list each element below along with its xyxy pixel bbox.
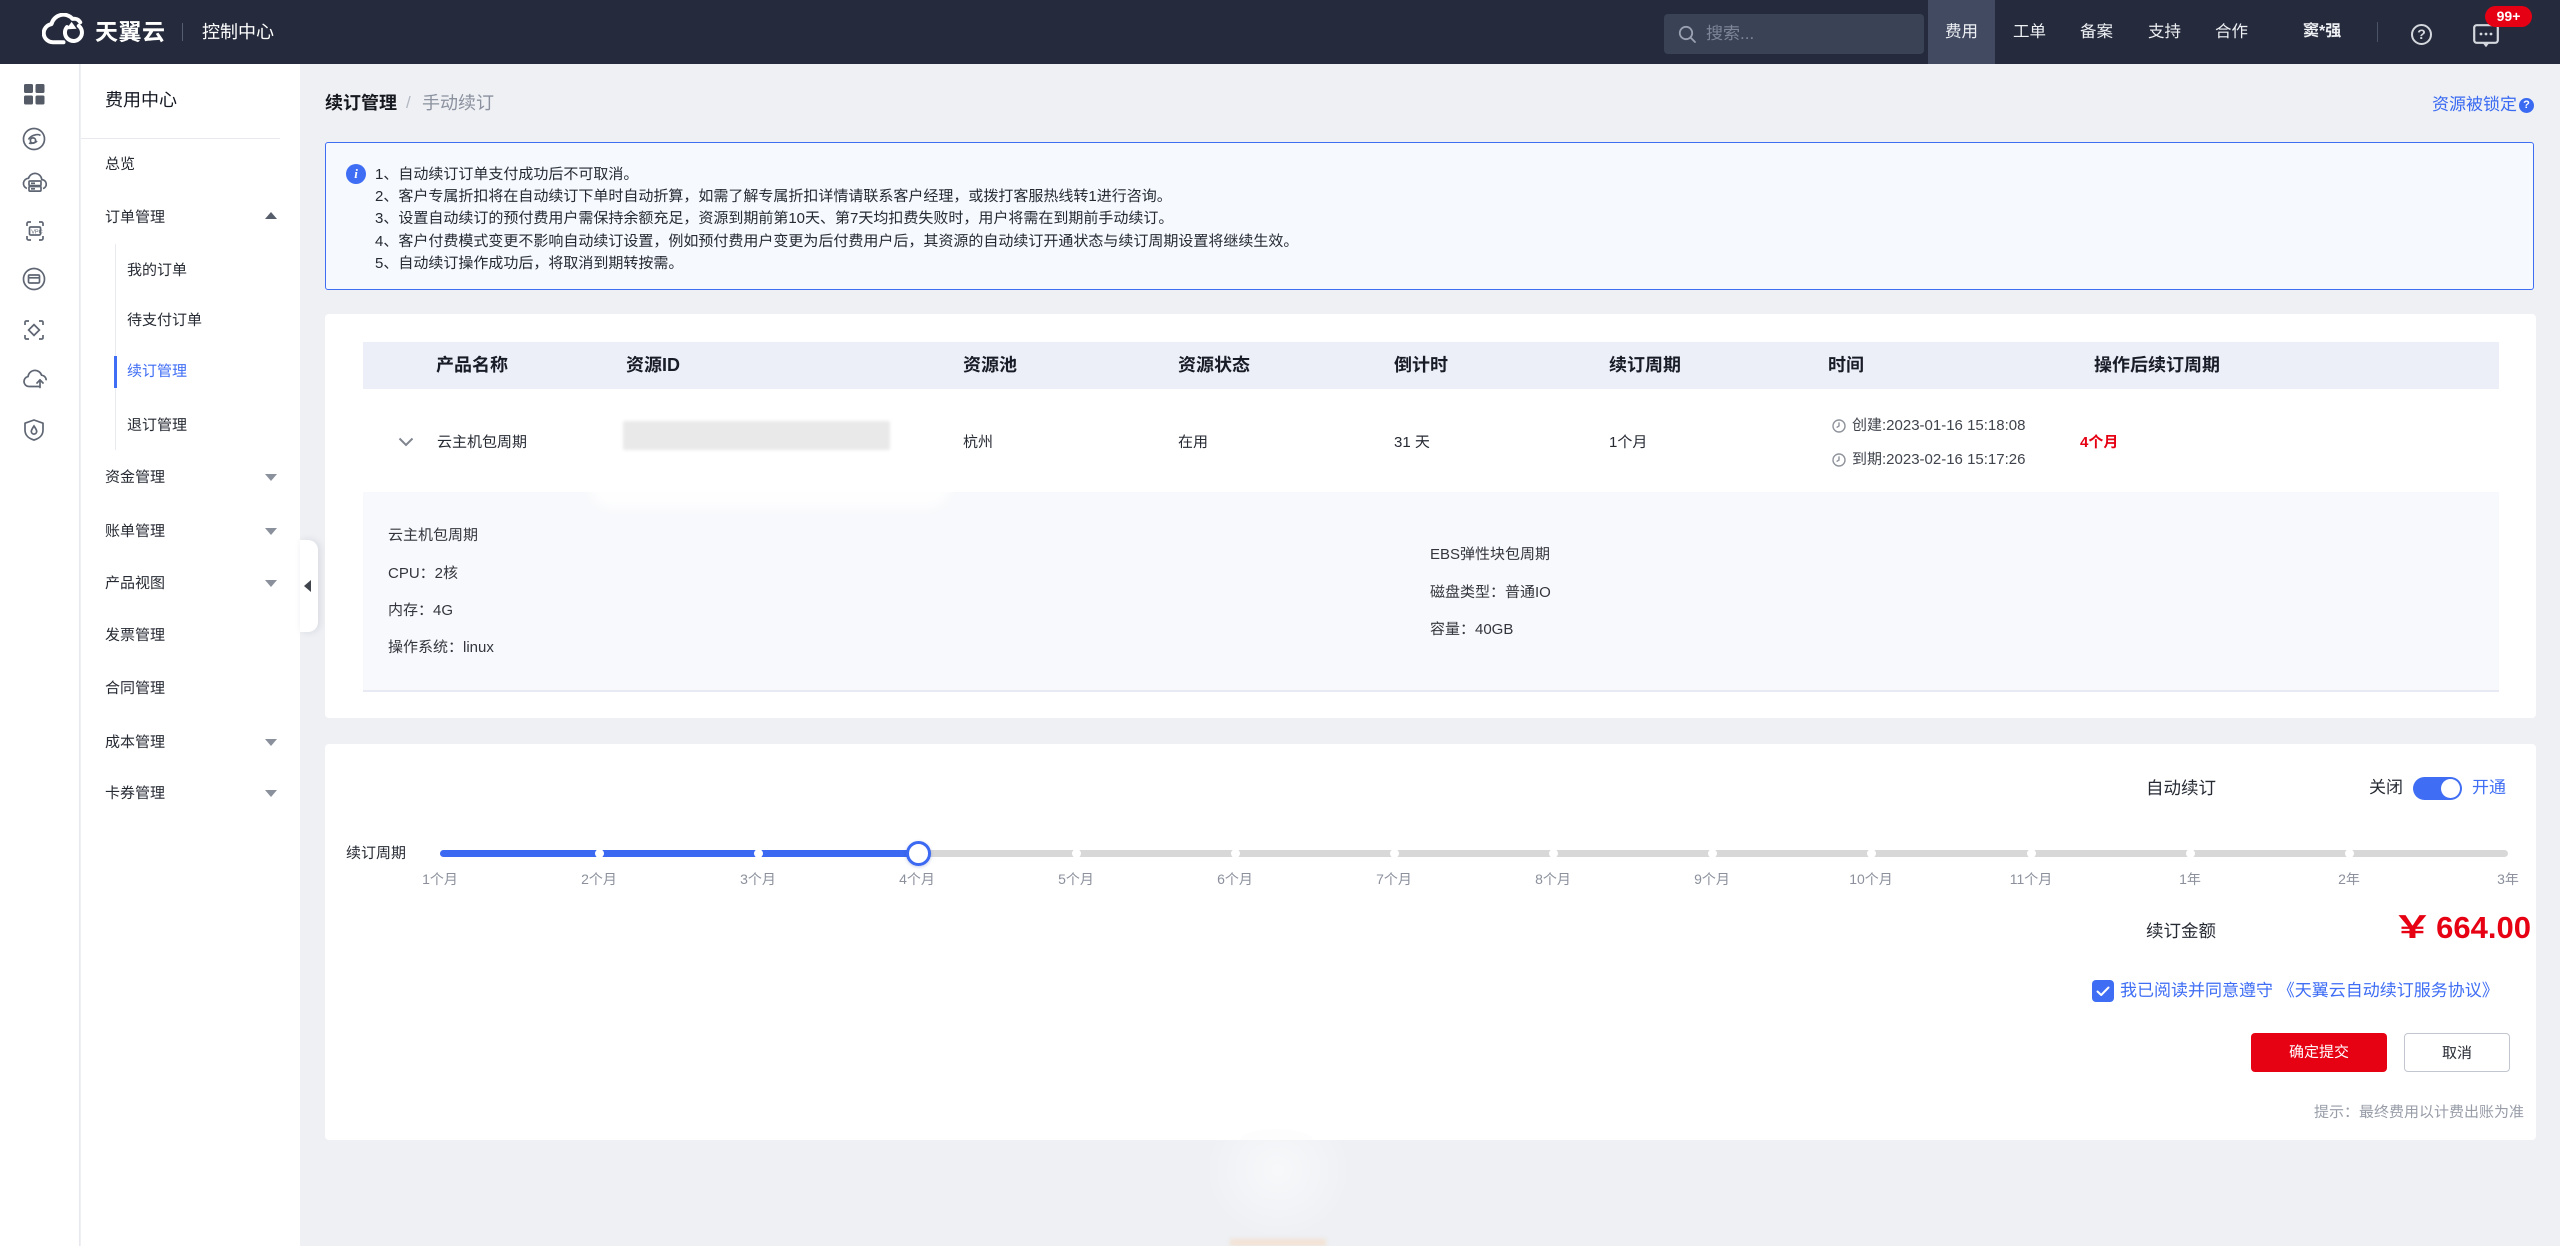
svg-text:VPC: VPC bbox=[31, 229, 43, 235]
